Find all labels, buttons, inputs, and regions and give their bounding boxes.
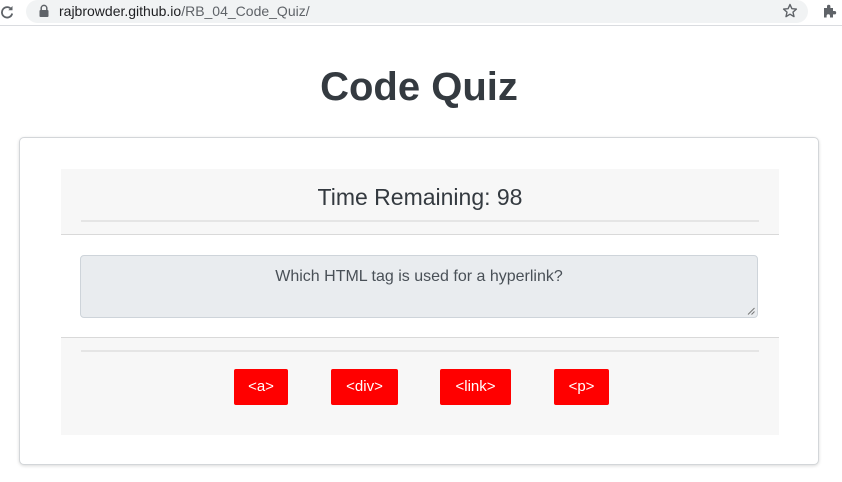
answers-footer: <a> <div> <link> <p>	[61, 337, 779, 435]
question-textarea[interactable]: Which HTML tag is used for a hyperlink?	[80, 255, 758, 318]
url-path: /RB_04_Code_Quiz/	[181, 3, 310, 19]
star-icon[interactable]	[782, 3, 798, 19]
browser-toolbar: rajbrowder.github.io/RB_04_Code_Quiz/	[0, 0, 842, 26]
page-title: Code Quiz	[320, 65, 518, 109]
url-host: rajbrowder.github.io	[59, 3, 182, 19]
question-text: Which HTML tag is used for a hyperlink?	[275, 268, 563, 285]
puzzle-icon[interactable]	[822, 3, 838, 19]
time-remaining: Time Remaining: 98	[317, 184, 523, 210]
quiz-card: Time Remaining: 98 Which HTML tag is use…	[19, 137, 819, 465]
answer-button-p[interactable]: <p>	[554, 369, 609, 405]
url-text[interactable]: rajbrowder.github.io/RB_04_Code_Quiz/	[59, 3, 310, 20]
lock-icon[interactable]	[38, 4, 50, 18]
divider	[81, 350, 759, 352]
resize-grip-icon[interactable]	[747, 307, 755, 315]
answer-button-div[interactable]: <div>	[331, 369, 398, 405]
divider	[81, 220, 759, 222]
address-bar[interactable]: rajbrowder.github.io/RB_04_Code_Quiz/	[26, 0, 808, 23]
reload-icon[interactable]	[0, 5, 14, 19]
answer-button-link[interactable]: <link>	[440, 369, 511, 405]
answer-button-a[interactable]: <a>	[234, 369, 288, 405]
timer-header: Time Remaining: 98	[61, 169, 779, 235]
